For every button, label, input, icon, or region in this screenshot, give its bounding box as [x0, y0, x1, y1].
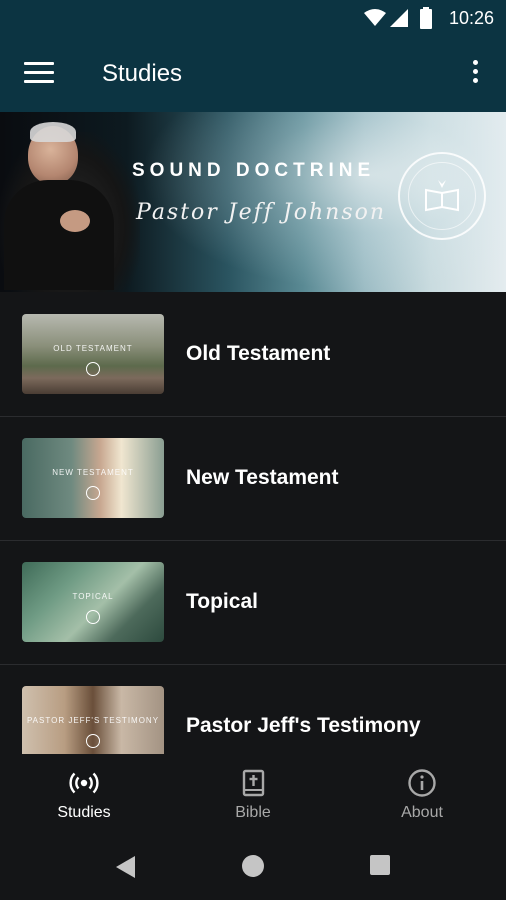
play-badge-icon [86, 734, 100, 748]
more-options-button[interactable] [468, 60, 482, 88]
menu-button[interactable] [24, 62, 54, 86]
battery-icon [420, 7, 432, 29]
more-vert-icon [472, 60, 478, 65]
cellular-signal-icon [390, 9, 408, 27]
play-badge-icon [86, 610, 100, 624]
list-item-pastor-jeffs-testimony[interactable]: PASTOR JEFF'S TESTIMONY Pastor Jeff's Te… [0, 664, 506, 754]
pastor-photo [0, 132, 140, 292]
nav-label: Studies [57, 804, 111, 821]
play-badge-icon [86, 362, 100, 376]
thumbnail-topical: TOPICAL [22, 562, 164, 642]
thumbnail-new-testament: NEW TESTAMENT [22, 438, 164, 518]
list-item-topical[interactable]: TOPICAL Topical [0, 540, 506, 665]
menu-icon [24, 62, 54, 65]
recent-apps-icon[interactable] [370, 855, 390, 875]
nav-item-about[interactable]: About [362, 768, 482, 828]
app-bar: Studies [0, 36, 506, 112]
thumbnail-pastor-jeffs-testimony: PASTOR JEFF'S TESTIMONY [22, 686, 164, 754]
status-bar: 10:26 [0, 0, 506, 36]
list-item-old-testament[interactable]: OLD TESTAMENT Old Testament [0, 292, 506, 417]
hero-banner [0, 112, 506, 292]
nav-label: About [401, 804, 443, 821]
wave-image [140, 112, 506, 292]
page-title: Studies [102, 60, 183, 87]
study-title: Old Testament [186, 342, 331, 365]
home-icon[interactable] [242, 855, 264, 877]
system-navigation-bar [0, 832, 506, 900]
status-time: 10:26 [448, 8, 494, 28]
study-list: OLD TESTAMENT Old Testament NEW TESTAMEN… [0, 292, 506, 754]
wifi-icon [364, 9, 386, 26]
nav-item-studies[interactable]: Studies [24, 768, 144, 828]
study-title: New Testament [186, 466, 339, 489]
broadcast-icon [69, 772, 99, 794]
back-icon[interactable] [116, 856, 135, 878]
bottom-navigation: Studies Bible About [0, 754, 506, 832]
info-icon [408, 769, 436, 797]
nav-item-bible[interactable]: Bible [193, 768, 313, 828]
study-title: Topical [186, 590, 258, 613]
play-badge-icon [86, 486, 100, 500]
nav-label: Bible [235, 804, 271, 821]
thumbnail-old-testament: OLD TESTAMENT [22, 314, 164, 394]
list-item-new-testament[interactable]: NEW TESTAMENT New Testament [0, 416, 506, 541]
study-title: Pastor Jeff's Testimony [186, 714, 421, 737]
bible-icon [242, 769, 265, 797]
